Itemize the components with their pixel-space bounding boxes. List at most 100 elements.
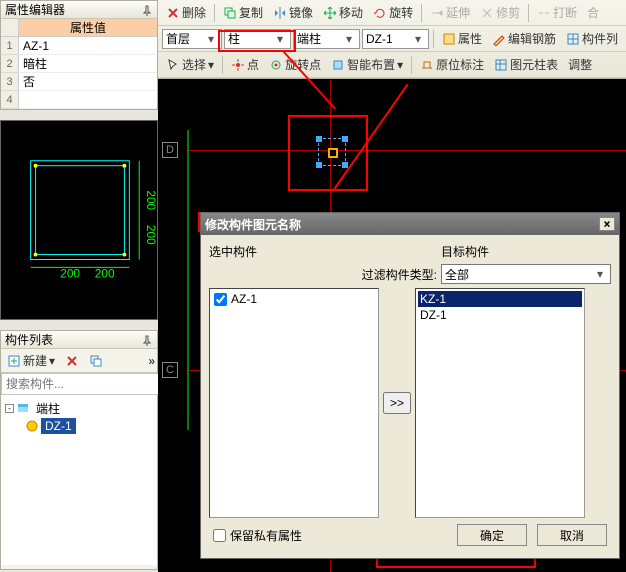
smart-place-icon: [331, 58, 345, 72]
tree-root[interactable]: - 端柱: [5, 399, 153, 417]
item-checkbox[interactable]: [214, 293, 227, 306]
pin-icon[interactable]: [141, 334, 153, 346]
list-item[interactable]: DZ-1: [418, 307, 582, 323]
close-button[interactable]: ×: [599, 217, 615, 231]
select-button[interactable]: 选择 ▾: [162, 55, 218, 75]
more-icon[interactable]: »: [148, 354, 155, 368]
extend-button[interactable]: 延伸: [426, 3, 474, 23]
section-preview: 200 200 200 200: [0, 120, 158, 320]
component-combo[interactable]: DZ-1 ▾: [362, 29, 429, 49]
collapse-icon[interactable]: -: [5, 404, 14, 413]
trim-icon: [480, 6, 494, 20]
copy-icon: [89, 354, 103, 368]
filter-label: 过滤构件类型:: [362, 266, 437, 283]
axis-label-c: C: [162, 362, 178, 378]
element-table-button[interactable]: 图元柱表: [490, 55, 562, 75]
extend-icon: [430, 6, 444, 20]
pin-icon[interactable]: [141, 4, 153, 16]
dialog-title: 修改构件图元名称: [205, 216, 301, 233]
rotation-point-icon: [269, 58, 283, 72]
svg-text:200: 200: [95, 266, 115, 280]
svg-text:200: 200: [60, 266, 80, 280]
move-button[interactable]: 移动: [319, 3, 367, 23]
ok-button[interactable]: 确定: [457, 524, 527, 546]
chevron-down-icon: ▾: [273, 32, 287, 46]
selected-components-label: 选中构件: [209, 243, 257, 260]
property-editor-panel: 属性编辑器 属性值 1 AZ-1 2 暗柱 3 否 4: [0, 0, 158, 110]
break-button[interactable]: 打断: [533, 3, 581, 23]
rownum-header: [1, 19, 19, 37]
annotation-icon: [420, 58, 434, 72]
filter-type-combo[interactable]: 全部 ▾: [441, 264, 611, 284]
cursor-icon: [166, 58, 180, 72]
delete-button[interactable]: 删除: [162, 3, 210, 23]
smart-place-button[interactable]: 智能布置 ▾: [327, 55, 407, 75]
search-components-input[interactable]: [2, 374, 165, 394]
component-list-title: 构件列表: [5, 331, 53, 349]
point-icon: [231, 58, 245, 72]
keep-private-checkbox[interactable]: [213, 529, 226, 542]
rotate-button[interactable]: 旋转: [369, 3, 417, 23]
list-item[interactable]: AZ-1: [212, 291, 376, 307]
keep-private-checkbox-row[interactable]: 保留私有属性: [213, 527, 302, 543]
delete-icon: [166, 6, 180, 20]
delete-icon: [65, 354, 79, 368]
svg-text:200: 200: [144, 225, 157, 245]
main-toolbar: 删除 复制 镜像 移动 旋转 延伸: [158, 0, 626, 79]
prop-row[interactable]: 2 暗柱: [1, 55, 157, 73]
layer-combo[interactable]: 首层 ▾: [162, 29, 222, 49]
prop-row[interactable]: 1 AZ-1: [1, 37, 157, 55]
properties-icon: [442, 32, 456, 46]
new-icon: [7, 354, 21, 368]
axis-label-d: D: [162, 142, 178, 158]
move-icon: [323, 6, 337, 20]
edit-rebar-button[interactable]: 编辑钢筋: [488, 29, 560, 49]
chevron-down-icon: ▾: [593, 267, 607, 281]
selected-components-list[interactable]: AZ-1: [209, 288, 379, 518]
cancel-button[interactable]: 取消: [537, 524, 607, 546]
orig-annotation-button[interactable]: 原位标注: [416, 55, 488, 75]
subcategory-combo[interactable]: 端柱 ▾: [293, 29, 360, 49]
prop-row[interactable]: 4: [1, 91, 157, 109]
category-combo[interactable]: 柱 ▾: [224, 29, 291, 49]
grid-icon: [566, 32, 580, 46]
rotation-point-button[interactable]: 旋转点: [265, 55, 325, 75]
rename-element-dialog: 修改构件图元名称 × 选中构件 目标构件 过滤构件类型: 全部 ▾ AZ-1 >…: [200, 212, 620, 559]
copy-component-button[interactable]: [85, 351, 107, 371]
chevron-down-icon: ▾: [397, 58, 403, 72]
edit-rebar-icon: [492, 32, 506, 46]
rebar-icon: [25, 419, 39, 433]
chevron-down-icon: ▾: [342, 32, 356, 46]
copy-button[interactable]: 复制: [219, 3, 267, 23]
component-list-panel: 构件列表 新建 ▾ »: [0, 330, 158, 570]
target-components-list[interactable]: KZ-1 DZ-1: [415, 288, 585, 518]
delete-component-button[interactable]: [61, 351, 83, 371]
prop-row[interactable]: 3 否: [1, 73, 157, 91]
rotate-icon: [373, 6, 387, 20]
mirror-button[interactable]: 镜像: [269, 3, 317, 23]
chevron-down-icon: ▾: [411, 32, 425, 46]
copy-icon: [223, 6, 237, 20]
new-component-button[interactable]: 新建 ▾: [3, 351, 59, 371]
target-components-label: 目标构件: [441, 243, 611, 260]
properties-button[interactable]: 属性: [438, 29, 486, 49]
list-item[interactable]: KZ-1: [418, 291, 582, 307]
break-icon: [537, 6, 551, 20]
tree-item[interactable]: DZ-1: [5, 417, 153, 435]
component-tree[interactable]: - 端柱 DZ-1: [1, 395, 157, 565]
component-column-button[interactable]: 构件列: [562, 29, 622, 49]
chevron-down-icon: ▾: [49, 354, 55, 368]
chevron-down-icon: ▾: [208, 58, 214, 72]
transfer-button[interactable]: >>: [383, 392, 411, 414]
table-icon: [494, 58, 508, 72]
propval-header: 属性值: [19, 19, 157, 37]
join-button[interactable]: 合: [583, 3, 603, 23]
point-button[interactable]: 点: [227, 55, 263, 75]
adjust-button[interactable]: 调整: [564, 55, 596, 75]
svg-text:200: 200: [144, 190, 157, 210]
folder-icon: [16, 401, 30, 415]
selected-element[interactable]: [318, 138, 346, 166]
trim-button[interactable]: 修剪: [476, 3, 524, 23]
chevron-down-icon: ▾: [204, 32, 218, 46]
property-editor-title: 属性编辑器: [5, 1, 65, 19]
